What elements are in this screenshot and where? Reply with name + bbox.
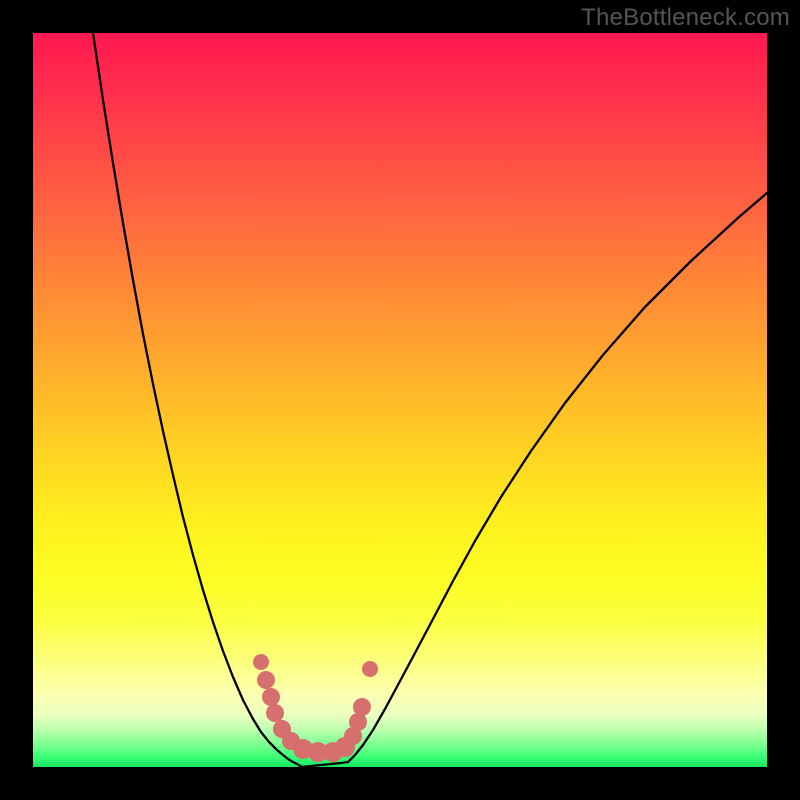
marker-dot — [266, 704, 284, 722]
watermark-text: TheBottleneck.com — [581, 4, 790, 32]
curve-svg — [33, 33, 767, 767]
chart-frame: TheBottleneck.com — [0, 0, 800, 800]
curve-left — [93, 33, 302, 767]
plot-area — [33, 33, 767, 767]
marker-dot — [257, 671, 275, 689]
curve-right — [348, 193, 767, 762]
curve-floor — [302, 762, 348, 767]
marker-dot — [362, 661, 378, 677]
marker-dot — [262, 688, 280, 706]
marker-dot — [353, 698, 371, 716]
marker-dot — [253, 654, 269, 670]
